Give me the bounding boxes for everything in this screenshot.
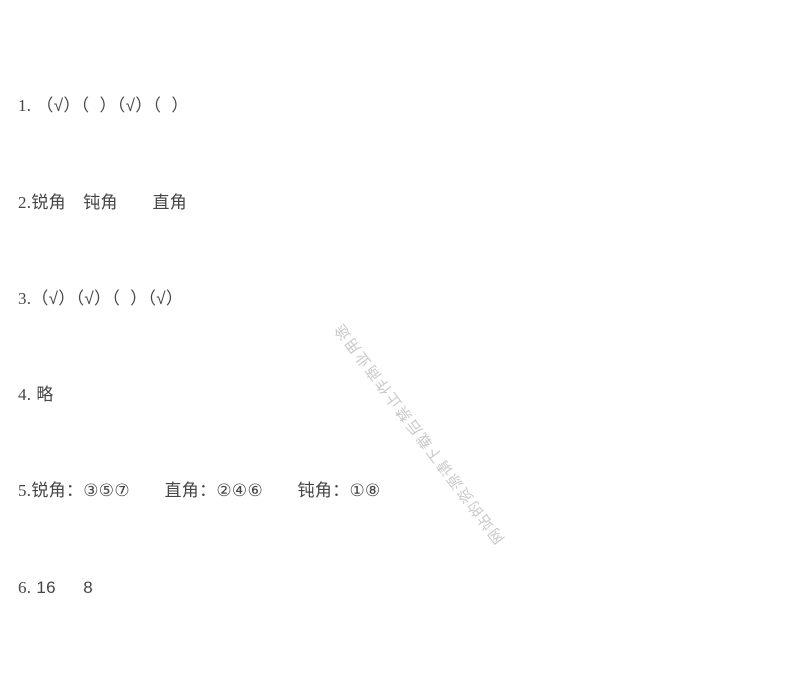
answer-text-1: （√）（ ）（√）（ ） xyxy=(36,96,189,115)
answer-number-1: 1. xyxy=(18,96,32,115)
answer-text-4: 略 xyxy=(36,385,54,404)
answer-row-1: 1. （√）（ ）（√）（ ） xyxy=(18,95,189,117)
answer-number-4: 4. xyxy=(18,385,32,404)
answer-row-3: 3.（√）（√）（ ）（√） xyxy=(18,288,183,310)
answer-row-5: 5.锐角：③⑤⑦ 直角：②④⑥ 钝角：①⑧ xyxy=(18,480,381,502)
answer-text-2: 锐角 钝角 直角 xyxy=(31,193,188,212)
answer-sheet-page: 网站的资源请下载后禁止作商业用途 1. （√）（ ）（√）（ ） 2.锐角 钝角… xyxy=(0,0,800,695)
answer-text-6: 16 8 xyxy=(36,578,94,597)
answer-number-3: 3. xyxy=(18,289,32,308)
answer-number-6: 6. xyxy=(18,578,32,597)
answer-row-4: 4. 略 xyxy=(18,384,54,406)
answer-text-3: （√）（√）（ ）（√） xyxy=(31,289,184,308)
answer-number-5: 5. xyxy=(18,481,32,500)
answer-text-5: 锐角：③⑤⑦ 直角：②④⑥ 钝角：①⑧ xyxy=(31,481,381,500)
watermark: 网站的资源请下载后禁止作商业用途 xyxy=(330,319,508,547)
answer-row-6: 6. 16 8 xyxy=(18,577,93,599)
answer-row-2: 2.锐角 钝角 直角 xyxy=(18,192,187,214)
answer-number-2: 2. xyxy=(18,193,32,212)
